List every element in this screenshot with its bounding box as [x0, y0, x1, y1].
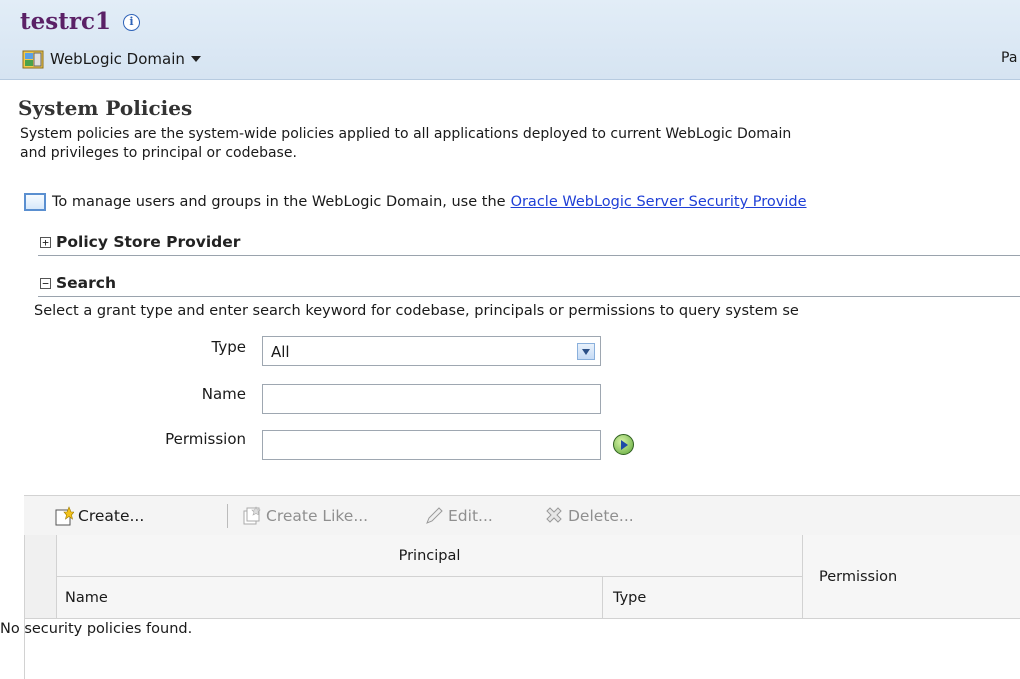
policies-table: Principal Name Type Permission: [24, 535, 1020, 679]
empty-table-message: No security policies found.: [0, 621, 193, 637]
collapse-icon[interactable]: −: [40, 277, 51, 289]
security-provider-link[interactable]: Oracle WebLogic Server Security Provide: [511, 194, 807, 210]
search-section-header[interactable]: − Search: [40, 274, 116, 292]
page-menu-truncated[interactable]: Pa: [1001, 50, 1017, 66]
window-icon: [24, 193, 46, 211]
permission-label: Permission: [165, 430, 246, 448]
column-header-name[interactable]: Name: [57, 577, 603, 619]
column-header-type[interactable]: Type: [603, 577, 803, 619]
principal-group-header: Principal: [57, 535, 803, 577]
domain-menu-label: WebLogic Domain: [50, 50, 185, 68]
name-label: Name: [201, 385, 246, 403]
create-like-button[interactable]: Create Like...: [242, 506, 368, 526]
create-like-label: Create Like...: [266, 507, 369, 525]
domain-icon: [22, 50, 44, 69]
dropdown-arrow-icon[interactable]: [577, 343, 595, 360]
page-description: System policies are the system-wide poli…: [20, 125, 1020, 163]
section-divider: [38, 296, 1020, 297]
pencil-icon: [426, 507, 443, 524]
principal-header-label: Principal: [398, 547, 461, 564]
create-button[interactable]: Create...: [54, 506, 144, 526]
permission-column-label: Permission: [819, 568, 898, 585]
type-select[interactable]: All: [262, 336, 601, 366]
row-selector-header: [25, 535, 57, 619]
manage-users-text: To manage users and groups in the WebLog…: [52, 194, 506, 210]
search-section-label: Search: [56, 274, 117, 292]
section-divider: [38, 255, 1020, 256]
weblogic-domain-menu[interactable]: WebLogic Domain: [22, 48, 201, 70]
create-like-icon: [243, 506, 261, 525]
edit-label: Edit...: [448, 507, 493, 525]
type-column-label: Type: [613, 589, 647, 606]
info-icon[interactable]: i: [123, 14, 140, 31]
policy-store-provider-label: Policy Store Provider: [56, 233, 241, 251]
page-title: testrc1: [20, 8, 111, 35]
search-help-text: Select a grant type and enter search key…: [34, 303, 799, 319]
name-column-label: Name: [65, 589, 108, 606]
description-line-1: System policies are the system-wide poli…: [20, 126, 792, 142]
table-toolbar: Create... Create Like... Edit... Delete.…: [24, 495, 1020, 535]
manage-users-hint: To manage users and groups in the WebLog…: [24, 193, 807, 211]
delete-button[interactable]: Delete...: [544, 506, 634, 526]
delete-label: Delete...: [568, 507, 634, 525]
expand-icon[interactable]: +: [40, 236, 51, 248]
type-label: Type: [211, 338, 246, 356]
column-header-permission[interactable]: Permission: [803, 535, 1020, 619]
page-header: testrc1 i WebLogic Domain Pa: [0, 0, 1020, 80]
type-select-value: All: [271, 343, 290, 361]
policy-store-provider-header[interactable]: + Policy Store Provider: [40, 233, 240, 251]
edit-button[interactable]: Edit...: [424, 506, 493, 526]
search-go-icon[interactable]: [613, 434, 634, 455]
create-icon: [55, 506, 74, 526]
permission-input[interactable]: [262, 430, 601, 460]
create-label: Create...: [78, 507, 145, 525]
name-input[interactable]: [262, 384, 601, 414]
description-line-2: and privileges to principal or codebase.: [20, 145, 297, 161]
toolbar-separator: [227, 504, 228, 528]
section-heading: System Policies: [18, 96, 193, 120]
chevron-down-icon: [190, 56, 201, 62]
delete-x-icon: [546, 507, 562, 523]
